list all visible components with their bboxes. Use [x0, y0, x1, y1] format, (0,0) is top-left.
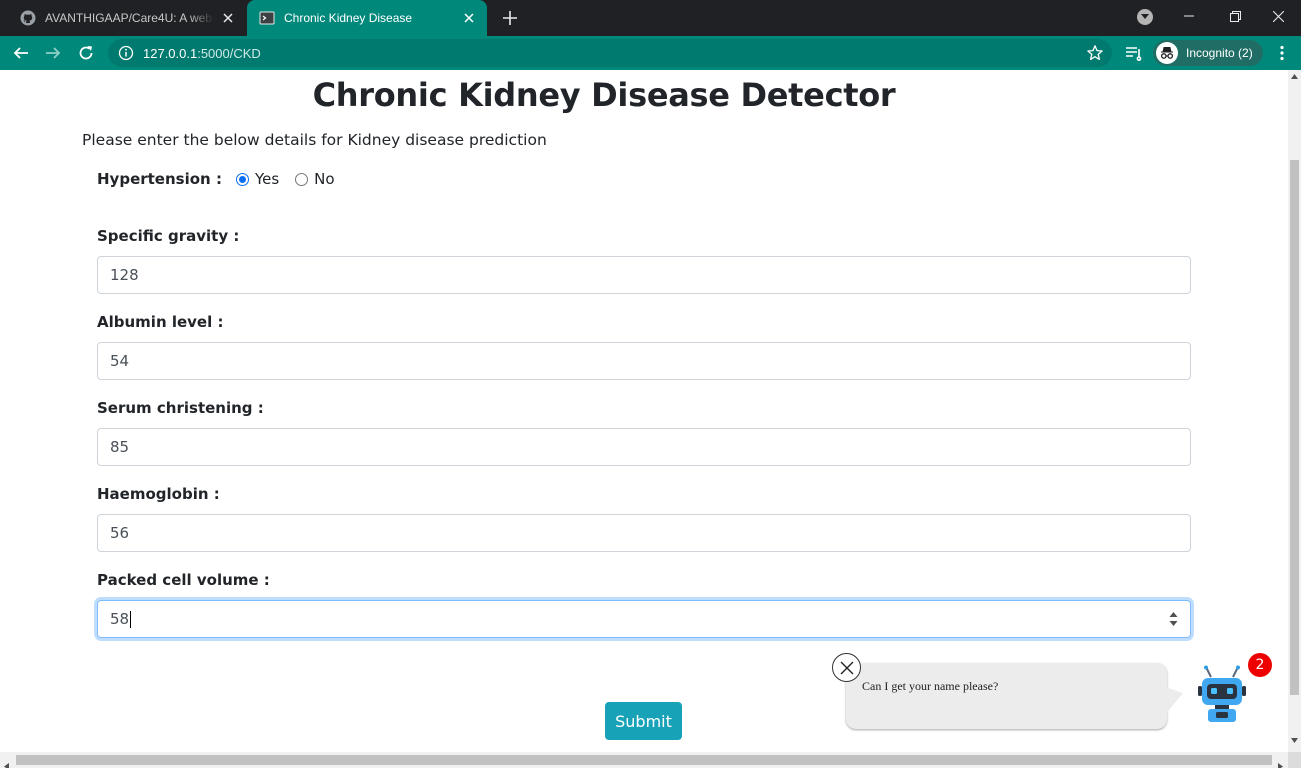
hypertension-yes-label[interactable]: Yes: [255, 170, 279, 188]
scroll-right-arrow-icon[interactable]: [1278, 757, 1283, 768]
chatbot-notification-badge: 2: [1248, 653, 1272, 677]
back-button[interactable]: [9, 41, 33, 65]
tab-github[interactable]: AVANTHIGAAP/Care4U: A website: [8, 0, 246, 36]
haemoglobin-input[interactable]: 56: [97, 514, 1191, 552]
scroll-left-arrow-icon[interactable]: [4, 757, 9, 768]
info-icon[interactable]: [118, 45, 134, 61]
tab-title: Chronic Kidney Disease: [284, 11, 413, 25]
text-caret: [130, 610, 132, 628]
incognito-profile-button[interactable]: Incognito (2): [1153, 40, 1263, 66]
page-viewport: Chronic Kidney Disease Detector Please e…: [0, 70, 1288, 752]
reading-list-icon[interactable]: [1122, 41, 1146, 65]
address-bar[interactable]: 127.0.0.1:5000/CKD: [108, 39, 1112, 67]
hypertension-yes-radio[interactable]: [235, 172, 249, 186]
number-spinner-icon[interactable]: [1169, 611, 1178, 627]
packed-cell-volume-label: Packed cell volume :: [97, 571, 270, 589]
new-tab-button[interactable]: [498, 6, 522, 30]
submit-button[interactable]: Submit: [605, 702, 682, 740]
minimize-button[interactable]: [1166, 0, 1212, 32]
chatbot-close-icon[interactable]: [832, 653, 861, 682]
vertical-scrollbar[interactable]: [1288, 70, 1301, 752]
packed-cell-volume-input[interactable]: 58: [97, 600, 1191, 638]
specific-gravity-value: 128: [110, 266, 139, 284]
forward-button[interactable]: [41, 41, 65, 65]
scroll-down-arrow-icon[interactable]: [1291, 738, 1298, 745]
haemoglobin-value: 56: [110, 524, 130, 542]
chatbot-message-bubble[interactable]: Can I get your name please?: [846, 663, 1183, 729]
hypertension-label: Hypertension :: [97, 170, 222, 188]
chatbot-robot-icon[interactable]: [1196, 665, 1248, 727]
specific-gravity-label: Specific gravity :: [97, 227, 240, 245]
serum-christening-input[interactable]: 85: [97, 428, 1191, 466]
tab-chronic-kidney[interactable]: Chronic Kidney Disease: [247, 0, 487, 36]
reload-button[interactable]: [74, 41, 98, 65]
hypertension-no-label[interactable]: No: [314, 170, 334, 188]
bookmark-star-icon[interactable]: [1086, 44, 1104, 62]
albumin-level-value: 54: [110, 352, 130, 370]
horizontal-scroll-thumb[interactable]: [16, 755, 1272, 765]
hypertension-radio-group: Hypertension : Yes No: [97, 170, 351, 188]
page-title: Chronic Kidney Disease Detector: [312, 76, 896, 114]
browser-toolbar: 127.0.0.1:5000/CKD Incognito (2): [0, 36, 1301, 70]
incognito-label: Incognito (2): [1186, 46, 1253, 60]
tab-search-dropdown-icon[interactable]: [1137, 9, 1153, 25]
serum-christening-value: 85: [110, 438, 130, 456]
terminal-icon: [259, 10, 275, 26]
albumin-level-label: Albumin level :: [97, 313, 224, 331]
scrollbar-corner: [1288, 752, 1301, 768]
serum-christening-label: Serum christening :: [97, 399, 264, 417]
close-icon[interactable]: [461, 10, 477, 26]
packed-cell-volume-value: 58: [110, 610, 130, 628]
chatbot-message: Can I get your name please?: [862, 679, 999, 693]
menu-kebab-icon[interactable]: [1270, 41, 1294, 65]
restore-button[interactable]: [1212, 0, 1258, 32]
close-icon[interactable]: [220, 10, 236, 26]
url-path: :5000/CKD: [197, 46, 261, 61]
vertical-scroll-thumb[interactable]: [1290, 160, 1299, 695]
hypertension-no-radio[interactable]: [295, 172, 309, 186]
url-host: 127.0.0.1: [143, 46, 198, 61]
close-window-button[interactable]: [1255, 0, 1301, 32]
github-icon: [20, 10, 36, 26]
url-text: 127.0.0.1:5000/CKD: [143, 46, 261, 61]
intro-text: Please enter the below details for Kidne…: [82, 131, 547, 149]
specific-gravity-input[interactable]: 128: [97, 256, 1191, 294]
tab-strip: AVANTHIGAAP/Care4U: A website Chronic Ki…: [0, 0, 1301, 36]
albumin-level-input[interactable]: 54: [97, 342, 1191, 380]
tab-title: AVANTHIGAAP/Care4U: A website: [45, 11, 214, 25]
scroll-up-arrow-icon[interactable]: [1291, 74, 1298, 81]
haemoglobin-label: Haemoglobin :: [97, 485, 220, 503]
horizontal-scrollbar[interactable]: [0, 752, 1288, 768]
incognito-icon: [1156, 42, 1178, 64]
